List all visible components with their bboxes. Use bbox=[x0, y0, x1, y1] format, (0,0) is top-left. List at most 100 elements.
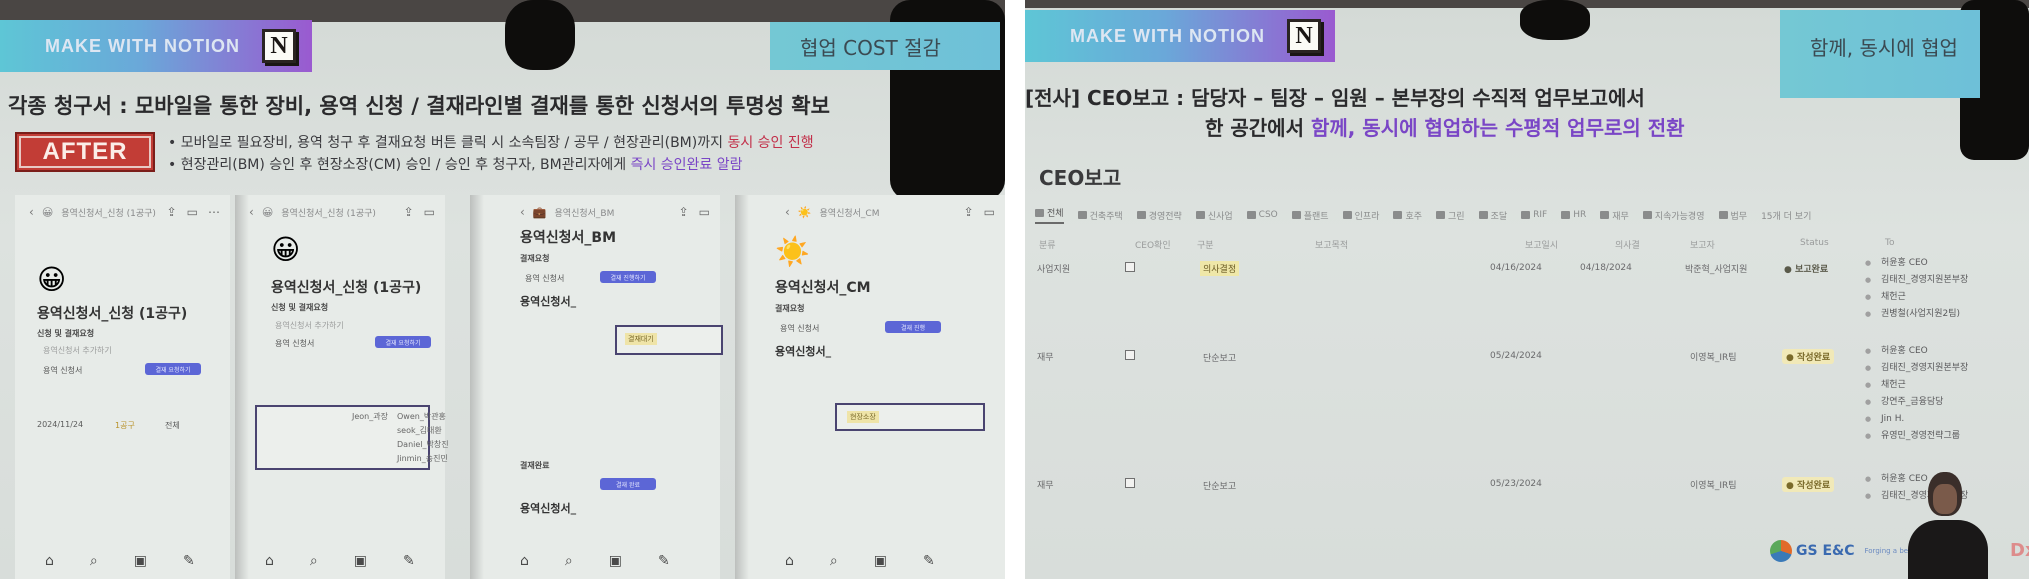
section-heading: 결재요청 bbox=[520, 254, 550, 263]
search-icon[interactable]: ⌕ bbox=[310, 553, 318, 569]
search-icon[interactable]: ⌕ bbox=[90, 553, 98, 569]
cell-reporter: 이영복_IR팀 bbox=[1690, 353, 1737, 363]
page-emoji-icon: ☀️ bbox=[797, 205, 812, 219]
back-chevron-icon[interactable]: ‹ bbox=[29, 205, 34, 219]
cell-category: 재무 bbox=[1037, 481, 1054, 491]
phone-tabbar: ⌂ ⌕ ▣ ✎ bbox=[265, 553, 415, 569]
tab-view[interactable]: RIF bbox=[1521, 206, 1547, 224]
ceo-confirm-checkbox[interactable] bbox=[1125, 262, 1135, 272]
slide-left: MAKE WITH NOTION N 협업 COST 절감 각종 청구서 : 모… bbox=[0, 0, 1005, 579]
share-icon[interactable]: ⇪ bbox=[679, 205, 689, 219]
share-icon[interactable]: ⇪ bbox=[964, 205, 974, 219]
column-header[interactable]: CEO확인 bbox=[1135, 238, 1171, 251]
column-header[interactable]: 구분 bbox=[1197, 238, 1214, 251]
more-icon[interactable]: ⋯ bbox=[208, 205, 220, 219]
tab-all[interactable]: 전체 bbox=[1035, 206, 1064, 224]
home-icon[interactable]: ⌂ bbox=[520, 553, 529, 569]
database-label: 용역 신청서 bbox=[275, 339, 315, 348]
inbox-icon[interactable]: ▣ bbox=[134, 553, 147, 569]
back-chevron-icon[interactable]: ‹ bbox=[249, 205, 254, 219]
tab-view[interactable]: 건축주택 bbox=[1077, 206, 1123, 224]
slide-headline-line2: 한 공간에서 함께, 동시에 협업하는 수평적 업무로의 전환 bbox=[1205, 116, 1685, 140]
request-approval-button[interactable]: 결재 요청하기 bbox=[375, 336, 431, 348]
search-icon[interactable]: ⌕ bbox=[565, 553, 573, 569]
recipient: ● 허윤홍 CEO bbox=[1865, 255, 1968, 272]
column-header[interactable]: 보고일시 bbox=[1525, 238, 1558, 251]
compose-icon[interactable]: ✎ bbox=[183, 553, 195, 569]
comment-icon[interactable]: ▭ bbox=[984, 205, 995, 219]
section-heading: 신청 및 결재요청 bbox=[271, 303, 329, 312]
home-icon[interactable]: ⌂ bbox=[785, 553, 794, 569]
phone-nav: ‹ ☀️ 용역신청서_CM ⇪ ▭ bbox=[785, 203, 995, 221]
tab-view[interactable]: 법무 bbox=[1718, 206, 1747, 224]
cell-type: 단순보고 bbox=[1203, 354, 1237, 364]
request-approval-button[interactable]: 결재 요청하기 bbox=[145, 363, 201, 375]
tab-view[interactable]: 신사업 bbox=[1195, 206, 1233, 224]
tab-view[interactable]: 재무 bbox=[1600, 206, 1629, 224]
tab-view[interactable]: HR bbox=[1561, 206, 1586, 224]
compose-icon[interactable]: ✎ bbox=[403, 553, 415, 569]
phone-tabbar: ⌂ ⌕ ▣ ✎ bbox=[520, 553, 670, 569]
share-icon[interactable]: ⇪ bbox=[167, 205, 177, 219]
share-icon[interactable]: ⇪ bbox=[404, 205, 414, 219]
tab-view[interactable]: 지속가능경영 bbox=[1642, 206, 1705, 224]
bullet-item: 현장관리(BM) 승인 후 현장소장(CM) 승인 / 승인 후 청구자, BM… bbox=[168, 154, 814, 176]
more-views-link[interactable]: 15개 더 보기 bbox=[1761, 206, 1811, 224]
meta-date: 2024/11/24 bbox=[37, 420, 84, 429]
column-header[interactable]: To bbox=[1885, 238, 1894, 248]
tab-view[interactable]: 호주 bbox=[1393, 206, 1422, 224]
avatar-icon: ● bbox=[1865, 492, 1872, 500]
back-chevron-icon[interactable]: ‹ bbox=[785, 205, 790, 219]
cell-to-list: ● 허윤홍 CEO ● 김태진_경영지원본부장 ● 채헌근 ● 강연주_금융담당 ● Ji… bbox=[1865, 343, 1968, 445]
column-header[interactable]: 보고목적 bbox=[1315, 238, 1348, 251]
compose-icon[interactable]: ✎ bbox=[658, 553, 670, 569]
tab-view[interactable]: CSO bbox=[1246, 206, 1278, 224]
tab-view[interactable]: 조달 bbox=[1478, 206, 1507, 224]
cell-reporter: 이영복_IR팀 bbox=[1690, 481, 1737, 491]
back-chevron-icon[interactable]: ‹ bbox=[520, 205, 525, 219]
approve-button[interactable]: 결재 진행하기 bbox=[600, 271, 656, 283]
column-header[interactable]: 보고자 bbox=[1690, 238, 1715, 251]
tab-view[interactable]: 경영전략 bbox=[1136, 206, 1182, 224]
column-header[interactable]: 분류 bbox=[1039, 238, 1056, 251]
inbox-icon[interactable]: ▣ bbox=[609, 553, 622, 569]
recipient: ● Jin H. bbox=[1865, 411, 1968, 428]
page-emoji-icon: ☀️ bbox=[775, 235, 810, 268]
avatar-icon: ● bbox=[1865, 347, 1872, 355]
view-tabs: 전체 건축주택 경영전략 신사업 CSO 플랜트 인프라 호주 그린 조달 RI… bbox=[1035, 206, 1811, 224]
comment-icon[interactable]: ▭ bbox=[424, 205, 435, 219]
approver: seok_김대환 bbox=[397, 426, 442, 435]
ceo-confirm-checkbox[interactable] bbox=[1125, 478, 1135, 488]
search-icon[interactable]: ⌕ bbox=[830, 553, 838, 569]
page-fold-shadow bbox=[235, 195, 249, 579]
add-request-link[interactable]: 용역신청서 추가하기 bbox=[275, 320, 344, 331]
bullet-item: 모바일로 필요장비, 용역 청구 후 결재요청 버튼 클릭 시 소속팀장 / 공… bbox=[168, 132, 814, 154]
nav-title: 용역신청서_신청 (1공구) bbox=[61, 208, 156, 219]
cell-category: 사업지원 bbox=[1037, 265, 1071, 275]
compose-icon[interactable]: ✎ bbox=[923, 553, 935, 569]
status-tag: 현장소장 bbox=[847, 411, 879, 423]
column-header[interactable]: 의사결 bbox=[1615, 238, 1640, 251]
avatar-icon: ● bbox=[1865, 398, 1872, 406]
approved-button[interactable]: 결재 완료 bbox=[600, 478, 656, 490]
inbox-icon[interactable]: ▣ bbox=[874, 553, 887, 569]
add-request-link[interactable]: 용역신청서 추가하기 bbox=[43, 345, 112, 356]
column-header[interactable]: Status bbox=[1800, 238, 1829, 248]
tab-view[interactable]: 그린 bbox=[1436, 206, 1465, 224]
phone-screen-bm: ‹ 💼 용역신청서_BM ⇪ ▭ 용역신청서_BM 결재요청 용역 신청서 결재 … bbox=[470, 195, 723, 579]
ceo-confirm-checkbox[interactable] bbox=[1125, 350, 1135, 360]
comment-icon[interactable]: ▭ bbox=[699, 205, 710, 219]
tab-view[interactable]: 인프라 bbox=[1342, 206, 1379, 224]
cell-decision-date: 04/18/2024 bbox=[1580, 263, 1632, 273]
slide-right: MAKE WITH NOTION N 함께, 동시에 협업 [전사] CEO보고… bbox=[1025, 0, 2029, 579]
home-icon[interactable]: ⌂ bbox=[265, 553, 274, 569]
approve-button[interactable]: 결재 진행 bbox=[885, 321, 941, 333]
audience-head-silhouette bbox=[1520, 0, 1590, 40]
inbox-icon[interactable]: ▣ bbox=[354, 553, 367, 569]
section-tag: 협업 COST 절감 bbox=[770, 22, 1000, 70]
section-heading: 신청 및 결재요청 bbox=[37, 329, 95, 338]
tab-view[interactable]: 플랜트 bbox=[1291, 206, 1329, 224]
home-icon[interactable]: ⌂ bbox=[45, 553, 54, 569]
recipient: ● 권병철(사업지원2팀) bbox=[1865, 306, 1968, 323]
comment-icon[interactable]: ▭ bbox=[187, 205, 198, 219]
